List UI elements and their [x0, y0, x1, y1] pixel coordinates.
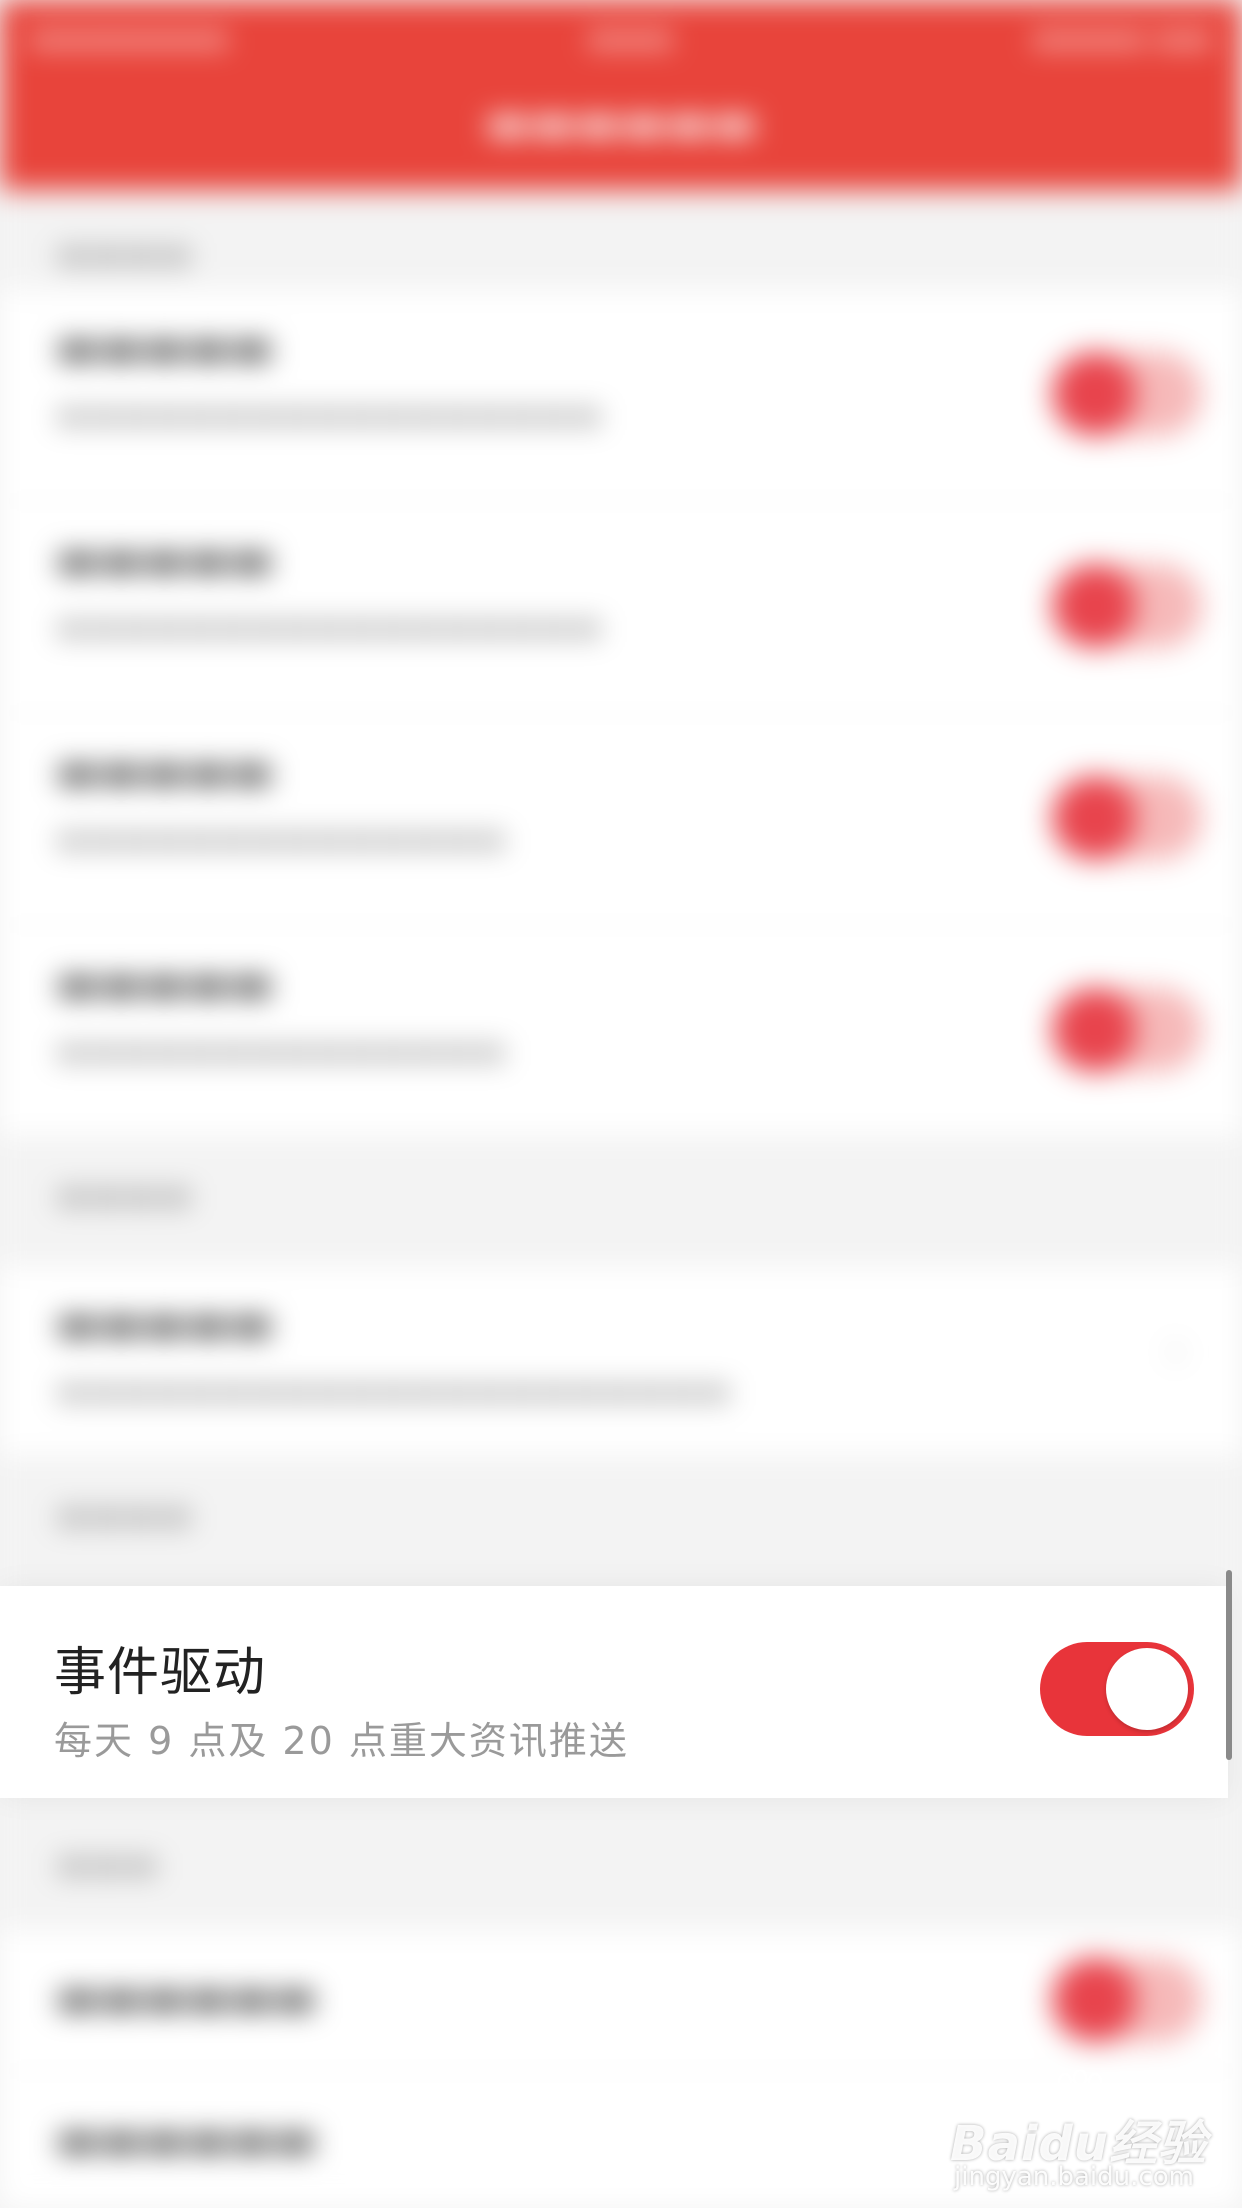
- setting-row[interactable]: ▬▬▬▬▬ ▬▬▬▬▬▬▬▬▬▬▬▬▬▬▬▬▬▬▬▬▬ ›: [0, 1266, 1242, 1456]
- setting-row[interactable]: ▬▬▬▬▬ ▬▬▬▬▬▬▬▬▬▬▬▬▬▬: [0, 926, 1242, 1136]
- setting-row-event-driven[interactable]: 事件驱动 每天 9 点及 20 点重大资讯推送: [0, 1586, 1228, 1798]
- setting-row[interactable]: ▬▬▬▬▬ ▬▬▬▬▬▬▬▬▬▬▬▬▬▬: [0, 714, 1242, 924]
- page-title: ▬▬▬▬▬▬: [484, 95, 758, 151]
- row-title: ▬▬▬▬▬: [56, 532, 274, 586]
- toggle-knob: [1106, 1648, 1188, 1730]
- status-time: ▬▬▬: [587, 20, 673, 56]
- row-title: ▬▬▬▬▬: [56, 744, 274, 798]
- setting-title: 事件驱动: [54, 1643, 267, 1703]
- row-title: ▬▬▬▬▬: [56, 956, 274, 1010]
- setting-row[interactable]: ▬▬▬▬▬▬: [0, 1930, 1242, 2070]
- toggle-switch[interactable]: [1052, 352, 1202, 436]
- row-subtitle: ▬▬▬▬▬▬▬▬▬▬▬▬▬▬: [56, 819, 506, 859]
- section-header: ▬▬▬▬: [0, 1136, 1242, 1266]
- section-header: ▬▬▬▬: [0, 1456, 1242, 1586]
- row-subtitle: ▬▬▬▬▬▬▬▬▬▬▬▬▬▬▬▬▬: [56, 607, 603, 647]
- setting-subtitle: 每天 9 点及 20 点重大资讯推送: [54, 1719, 629, 1763]
- row-title: ▬▬▬▬▬▬: [56, 1970, 317, 2024]
- row-title: ▬▬▬▬▬▬: [56, 2112, 317, 2166]
- row-subtitle: ▬▬▬▬▬▬▬▬▬▬▬▬▬▬: [56, 1031, 506, 1071]
- nav-header: ▬▬▬▬▬▬▬ ▬▬▬ ▬▬▬▬ ▬▬ ▬▬▬▬▬▬: [0, 0, 1242, 190]
- chevron-right-icon: ›: [1166, 1321, 1186, 1379]
- setting-row[interactable]: ▬▬▬▬▬ ▬▬▬▬▬▬▬▬▬▬▬▬▬▬▬▬▬: [0, 502, 1242, 712]
- toggle-switch[interactable]: [1052, 1958, 1202, 2042]
- toggle-switch[interactable]: [1052, 564, 1202, 648]
- status-bar: ▬▬▬▬▬▬▬ ▬▬▬ ▬▬▬▬ ▬▬: [30, 18, 1212, 58]
- toggle-switch[interactable]: [1052, 988, 1202, 1072]
- row-title: ▬▬▬▬▬: [56, 320, 274, 374]
- row-subtitle: ▬▬▬▬▬▬▬▬▬▬▬▬▬▬▬▬▬▬▬▬▬: [56, 1371, 731, 1411]
- row-title: ▬▬▬▬▬: [56, 1296, 274, 1350]
- setting-row[interactable]: ▬▬▬▬▬ ▬▬▬▬▬▬▬▬▬▬▬▬▬▬▬▬▬: [0, 290, 1242, 500]
- status-carrier: ▬▬▬▬▬▬▬: [30, 20, 229, 56]
- blurred-background: ▬▬▬▬▬▬▬ ▬▬▬ ▬▬▬▬ ▬▬ ▬▬▬▬▬▬ ▬▬▬▬ ▬▬▬▬▬ ▬▬…: [0, 0, 1242, 2208]
- toggle-switch[interactable]: [1040, 1642, 1194, 1736]
- toggle-switch[interactable]: [1052, 776, 1202, 860]
- watermark: Baidu经验 jingyan.baidu.com: [950, 2070, 1230, 2192]
- status-battery: ▬▬▬▬ ▬▬: [1032, 20, 1212, 56]
- watermark-url: jingyan.baidu.com: [954, 2162, 1194, 2192]
- section-header: ▬▬▬▬: [0, 190, 1242, 290]
- scrollbar[interactable]: [1226, 1570, 1232, 1760]
- section-header: ▬▬▬: [0, 1800, 1242, 1930]
- row-subtitle: ▬▬▬▬▬▬▬▬▬▬▬▬▬▬▬▬▬: [56, 395, 603, 435]
